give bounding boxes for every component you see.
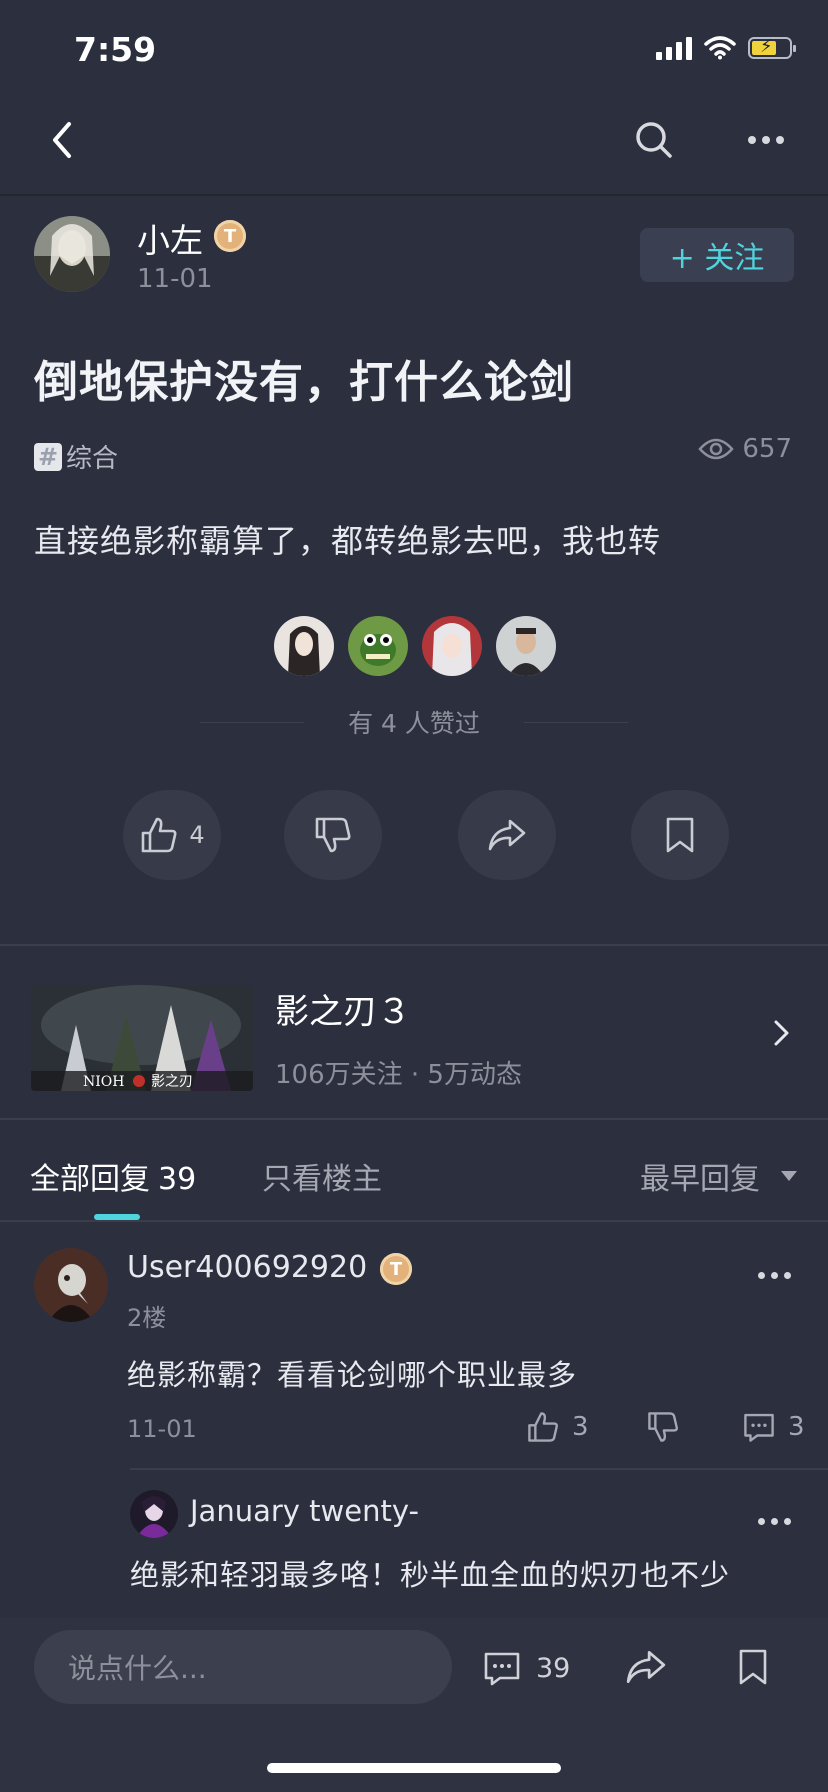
view-count: 657	[698, 434, 792, 464]
thumbs-up-icon	[142, 817, 177, 853]
chevron-right-icon	[772, 1018, 792, 1052]
commenter-avatar[interactable]	[34, 1248, 108, 1322]
bookmark-button[interactable]	[631, 790, 729, 880]
game-thumbnail: NIOH 影之刃	[31, 985, 253, 1091]
svg-text:影之刃: 影之刃	[151, 1074, 193, 1090]
share-icon	[488, 819, 526, 851]
reply-more-button[interactable]	[758, 1518, 791, 1525]
topic-tag[interactable]: # 综合	[34, 438, 118, 475]
game-name: 影之刃３	[275, 992, 411, 1032]
comment-reply-count: 3	[788, 1412, 805, 1442]
home-indicator	[267, 1763, 561, 1773]
share-button[interactable]	[458, 790, 556, 880]
sort-label: 最早回复	[640, 1162, 760, 1197]
liker-avatars	[274, 616, 556, 676]
tabs-divider	[0, 1220, 828, 1222]
section-divider	[0, 1118, 828, 1120]
follow-button[interactable]: + 关注	[640, 228, 794, 282]
svg-text:NIOH: NIOH	[83, 1074, 124, 1090]
comment-date: 11-01	[127, 1415, 197, 1443]
share-icon	[626, 1650, 666, 1684]
like-count: 4	[189, 821, 205, 849]
like-button[interactable]: 4	[123, 790, 221, 880]
eye-icon	[698, 438, 735, 460]
view-count-value: 657	[742, 434, 792, 464]
post-body: 直接绝影称霸算了，都转绝影去吧，我也转	[34, 522, 662, 560]
comment-text: 绝影称霸？看看论剑哪个职业最多	[127, 1358, 578, 1392]
author-name[interactable]: 小左	[137, 214, 203, 262]
reply-avatar[interactable]	[130, 1490, 178, 1538]
search-button[interactable]	[628, 114, 680, 166]
tab-op-only[interactable]: 只看楼主	[262, 1154, 382, 1198]
signal-icon	[656, 36, 692, 60]
more-icon	[748, 136, 784, 144]
comment-dislike-button[interactable]	[646, 1410, 680, 1444]
tab-all-replies[interactable]: 全部回复 39	[30, 1154, 196, 1198]
sort-dropdown[interactable]: 最早回复	[640, 1154, 798, 1198]
thumbs-down-icon	[648, 1412, 678, 1442]
tab-all-count: 39	[158, 1162, 197, 1197]
back-button[interactable]	[36, 114, 88, 166]
caret-down-icon	[781, 1171, 797, 1181]
liked-count-text: 有 4 人赞过	[348, 709, 480, 738]
reply-divider	[130, 1468, 828, 1470]
bottom-bookmark-button[interactable]	[736, 1646, 770, 1692]
liker-avatar[interactable]	[274, 616, 334, 676]
chevron-left-icon	[53, 122, 71, 158]
comments-button[interactable]: 39	[482, 1648, 570, 1688]
comment-like-count: 3	[572, 1412, 589, 1442]
tab-all-label: 全部回复	[30, 1162, 150, 1197]
comment-icon	[744, 1413, 774, 1442]
wifi-icon	[704, 36, 736, 60]
bookmark-icon	[666, 817, 694, 853]
more-button[interactable]	[740, 114, 792, 166]
level-badge: T	[214, 220, 246, 252]
liker-avatar[interactable]	[348, 616, 408, 676]
reply-user-name[interactable]: January twenty-	[190, 1494, 419, 1528]
status-time: 7:59	[74, 30, 157, 69]
topic-tag-label: 综合	[66, 444, 119, 474]
battery-icon: ⚡	[748, 36, 796, 59]
top-nav-bar	[0, 86, 828, 196]
comment-reply-button[interactable]: 3	[742, 1410, 805, 1444]
search-icon	[636, 122, 672, 158]
reply-text: 绝影和轻羽最多咯！秒半血全血的炽刃也不少	[130, 1558, 731, 1592]
comment-more-button[interactable]	[758, 1272, 791, 1279]
liker-avatar[interactable]	[496, 616, 556, 676]
status-icons: ⚡	[656, 36, 796, 60]
comment-floor: 2楼	[127, 1304, 167, 1332]
post-title: 倒地保护没有，打什么论剑	[34, 357, 574, 408]
game-stats: 106万关注 · 5万动态	[275, 1060, 522, 1090]
thumbs-down-icon	[315, 817, 351, 853]
bottom-comment-count: 39	[536, 1652, 571, 1684]
comment-input[interactable]: 说点什么...	[34, 1630, 452, 1704]
author-avatar[interactable]	[34, 216, 110, 292]
post-date: 11-01	[137, 264, 213, 294]
hashtag-icon: #	[34, 442, 62, 471]
thumbs-up-icon	[528, 1412, 558, 1442]
bottom-share-button[interactable]	[624, 1646, 668, 1692]
liker-avatar[interactable]	[422, 616, 482, 676]
commenter-name[interactable]: User400692920	[127, 1250, 367, 1285]
level-badge: T	[380, 1253, 412, 1285]
bookmark-icon	[739, 1649, 767, 1685]
comment-icon	[484, 1652, 520, 1686]
comment-like-button[interactable]: 3	[526, 1410, 589, 1444]
dislike-button[interactable]	[284, 790, 382, 880]
